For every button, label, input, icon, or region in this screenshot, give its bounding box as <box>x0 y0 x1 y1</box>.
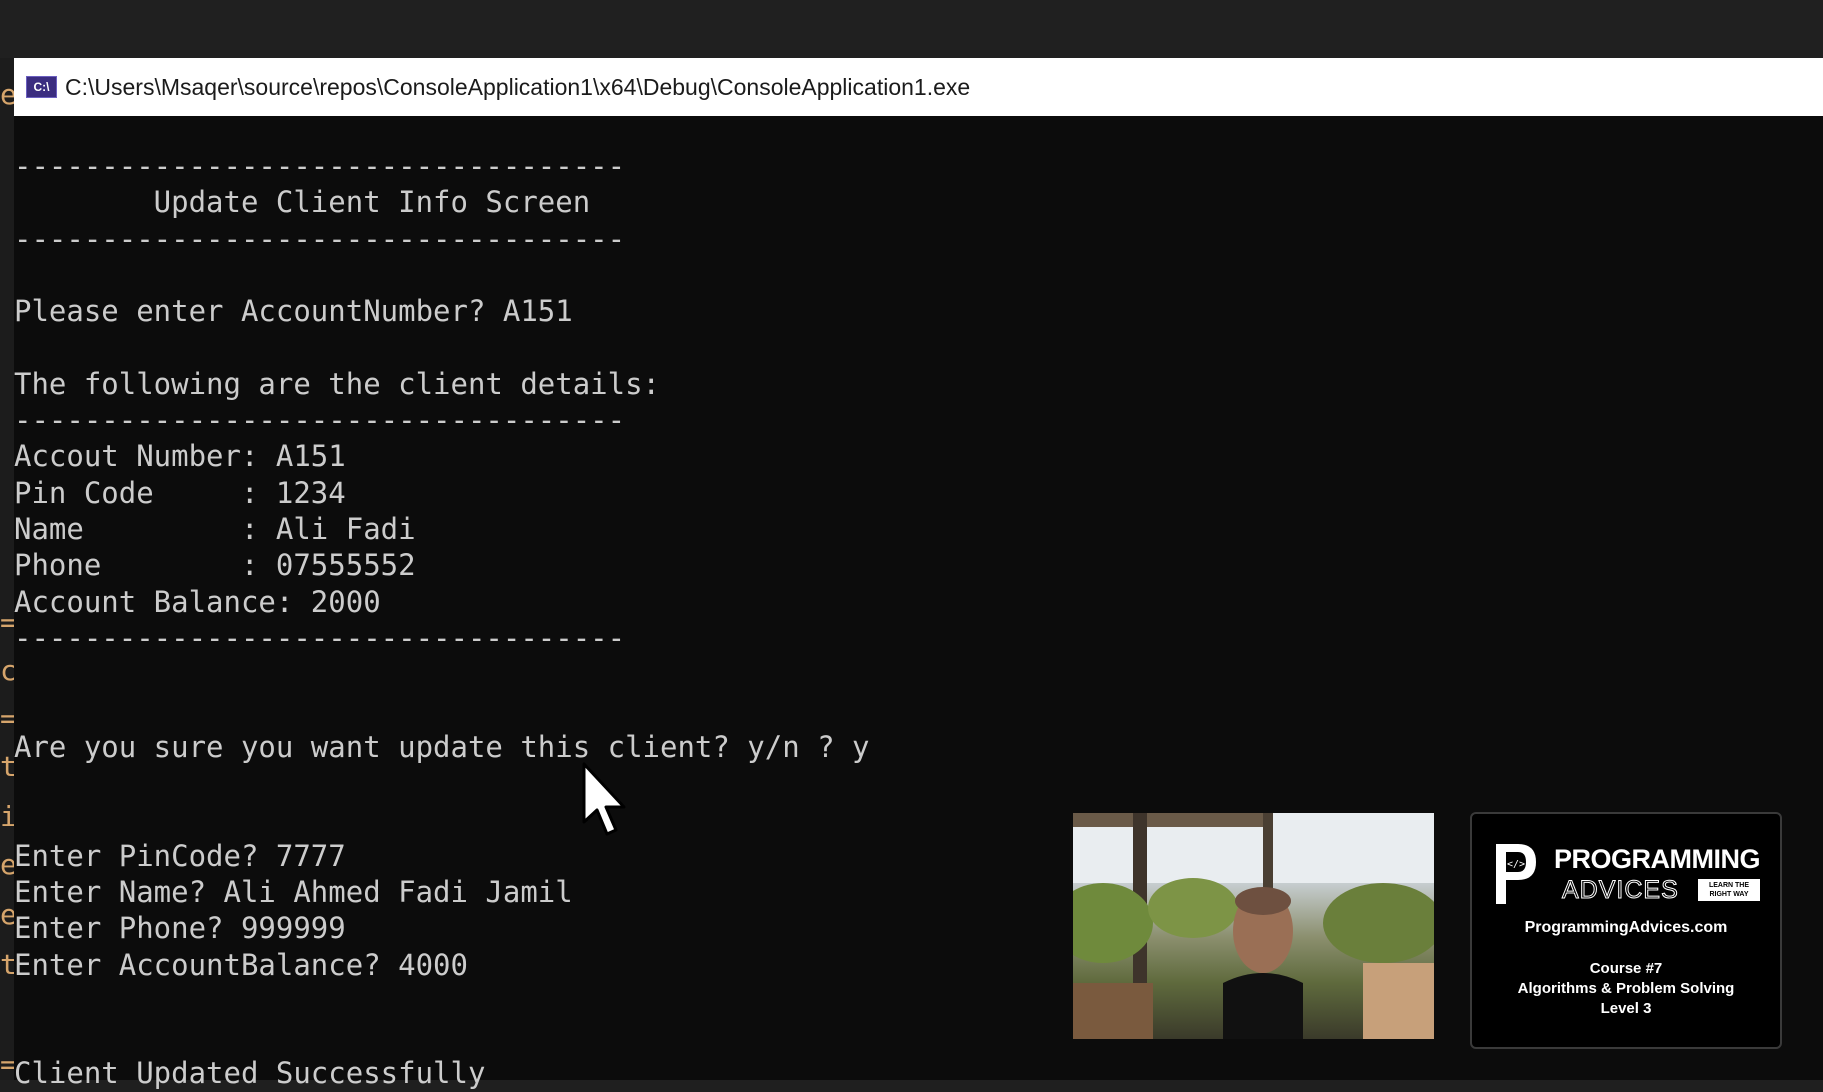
editor-char: = <box>0 1048 14 1081</box>
mouse-cursor-icon <box>582 762 626 836</box>
brand-tagline: LEARN THE RIGHT WAY <box>1698 879 1760 901</box>
console-line: Client Updated Successfully <box>14 1056 486 1091</box>
editor-char: = <box>0 606 14 639</box>
console-line: Enter AccountBalance? 4000 <box>14 947 468 982</box>
console-line: Enter PinCode? 7777 <box>14 838 346 873</box>
editor-char: e <box>0 78 14 111</box>
brand-p-mark-icon: </> <box>1496 844 1536 904</box>
console-line: The following are the client details: <box>14 366 661 401</box>
console-line: ----------------------------------- <box>14 149 626 183</box>
console-line: Update Client Info Screen <box>14 185 591 220</box>
console-line: Accout Number: A151 <box>14 439 346 474</box>
editor-char: e <box>0 848 14 881</box>
console-line: Pin Code : 1234 <box>14 475 346 510</box>
editor-char: = <box>0 702 14 735</box>
console-line: Enter Phone? 999999 <box>14 911 346 946</box>
brand-card: </> PROGRAMMING ADVICES LEARN THE RIGHT … <box>1470 812 1782 1049</box>
brand-logo: </> PROGRAMMING ADVICES LEARN THE RIGHT … <box>1492 840 1764 908</box>
console-line: Are you sure you want update this client… <box>14 729 870 764</box>
course-info: Course #7 Algorithms & Problem Solving L… <box>1472 959 1780 1019</box>
console-line: Account Balance: 2000 <box>14 584 381 619</box>
window-titlebar[interactable]: C:\ C:\Users\Msaqer\source\repos\Console… <box>14 58 1823 116</box>
editor-char: t <box>0 948 14 981</box>
editor-char: c <box>0 654 14 687</box>
desktop-top-bar <box>0 0 1823 58</box>
console-line: ----------------------------------- <box>14 620 626 655</box>
brand-name-line1: PROGRAMMING <box>1554 844 1761 874</box>
brand-name-line2: ADVICES <box>1562 876 1679 905</box>
brand-url: ProgrammingAdvices.com <box>1524 919 1728 936</box>
background-editor-strip: e = c = t i e e t = <box>0 58 14 1081</box>
brand-code-symbol: </> <box>1507 859 1525 870</box>
course-number: Course #7 <box>1589 960 1663 977</box>
console-line: ----------------------------------- <box>14 221 626 256</box>
console-line: ----------------------------------- <box>14 403 626 438</box>
console-line: Name : Ali Fadi <box>14 511 416 546</box>
editor-char: i <box>0 800 14 833</box>
webcam-overlay <box>1073 813 1434 1039</box>
console-app-icon: C:\ <box>26 76 57 98</box>
editor-char: t <box>0 750 14 783</box>
console-line: Phone : 07555552 <box>14 548 416 583</box>
course-level: Level 3 <box>1600 1000 1652 1017</box>
console-output[interactable]: ----------------------------------- Upda… <box>14 148 870 1092</box>
console-line: Enter Name? Ali Ahmed Fadi Jamil <box>14 874 573 909</box>
console-line: Please enter AccountNumber? A151 <box>14 294 573 329</box>
webcam-scene <box>1073 813 1434 1039</box>
editor-char: e <box>0 898 14 931</box>
window-title: C:\Users\Msaqer\source\repos\ConsoleAppl… <box>65 73 971 100</box>
course-title: Algorithms & Problem Solving <box>1517 980 1735 997</box>
